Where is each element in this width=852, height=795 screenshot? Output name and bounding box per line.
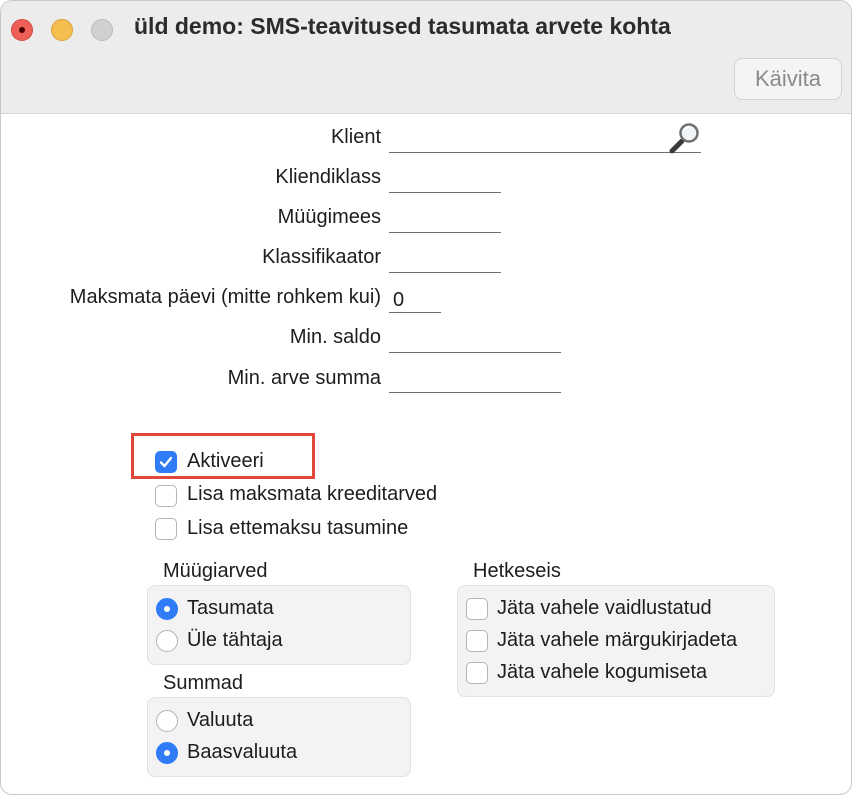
skip-no-collection-checkbox[interactable] — [466, 662, 488, 684]
overdue-radio-label[interactable]: Üle tähtaja — [187, 629, 283, 652]
overdue-radio[interactable] — [156, 630, 178, 652]
client-field[interactable] — [389, 127, 701, 153]
skip-no-reminders-checkbox[interactable] — [466, 630, 488, 652]
unpaid-radio-label[interactable]: Tasumata — [187, 597, 274, 620]
add-credit-label[interactable]: Lisa maksmata kreeditarved — [187, 483, 437, 506]
min-balance-field[interactable] — [389, 327, 561, 353]
window-title: üld demo: SMS-teavitused tasumata arvete… — [134, 13, 671, 39]
add-prepayment-label[interactable]: Lisa ettemaksu tasumine — [187, 517, 408, 540]
skip-disputed-checkbox[interactable] — [466, 598, 488, 620]
sums-title: Summad — [163, 672, 244, 694]
client-class-label: Kliendiklass — [275, 166, 381, 188]
unpaid-days-field[interactable]: 0 — [389, 287, 441, 313]
client-label: Klient — [330, 126, 381, 148]
client-class-field[interactable] — [389, 167, 501, 193]
skip-no-collection-label[interactable]: Jäta vahele kogumiseta — [497, 661, 707, 684]
search-icon[interactable] — [667, 121, 703, 155]
min-invoice-field[interactable] — [389, 367, 561, 393]
activate-checkbox[interactable] — [155, 451, 177, 473]
zoom-window-button[interactable] — [91, 19, 113, 41]
salesperson-field[interactable] — [389, 207, 501, 233]
currency-radio[interactable] — [156, 710, 178, 732]
currency-radio-label[interactable]: Valuuta — [187, 709, 253, 732]
salesperson-label: Müügimees — [277, 206, 381, 228]
skip-disputed-label[interactable]: Jäta vahele vaidlustatud — [497, 597, 712, 620]
activate-label[interactable]: Aktiveeri — [187, 450, 264, 473]
min-balance-label: Min. saldo — [289, 326, 381, 348]
base-currency-radio-label[interactable]: Baasvaluuta — [187, 741, 297, 764]
report-window: üld demo: SMS-teavitused tasumata arvete… — [0, 0, 852, 795]
minimize-window-button[interactable] — [51, 19, 73, 41]
skip-no-reminders-label[interactable]: Jäta vahele märgukirjadeta — [497, 629, 737, 652]
min-invoice-label: Min. arve summa — [227, 367, 381, 389]
classifier-label: Klassifikaator — [262, 246, 381, 268]
unpaid-radio[interactable] — [156, 598, 178, 620]
add-prepayment-checkbox[interactable] — [155, 518, 177, 540]
unpaid-days-label: Maksmata päevi (mitte rohkem kui) — [69, 286, 381, 308]
base-currency-radio[interactable] — [156, 742, 178, 764]
close-window-button[interactable] — [11, 19, 33, 41]
title-bar: üld demo: SMS-teavitused tasumata arvete… — [1, 1, 851, 114]
checkmark-icon — [159, 456, 173, 468]
run-button[interactable]: Käivita — [734, 58, 842, 100]
classifier-field[interactable] — [389, 247, 501, 273]
snapshot-title: Hetkeseis — [473, 560, 561, 582]
sales-invoices-title: Müügiarved — [163, 560, 268, 582]
add-credit-checkbox[interactable] — [155, 485, 177, 507]
